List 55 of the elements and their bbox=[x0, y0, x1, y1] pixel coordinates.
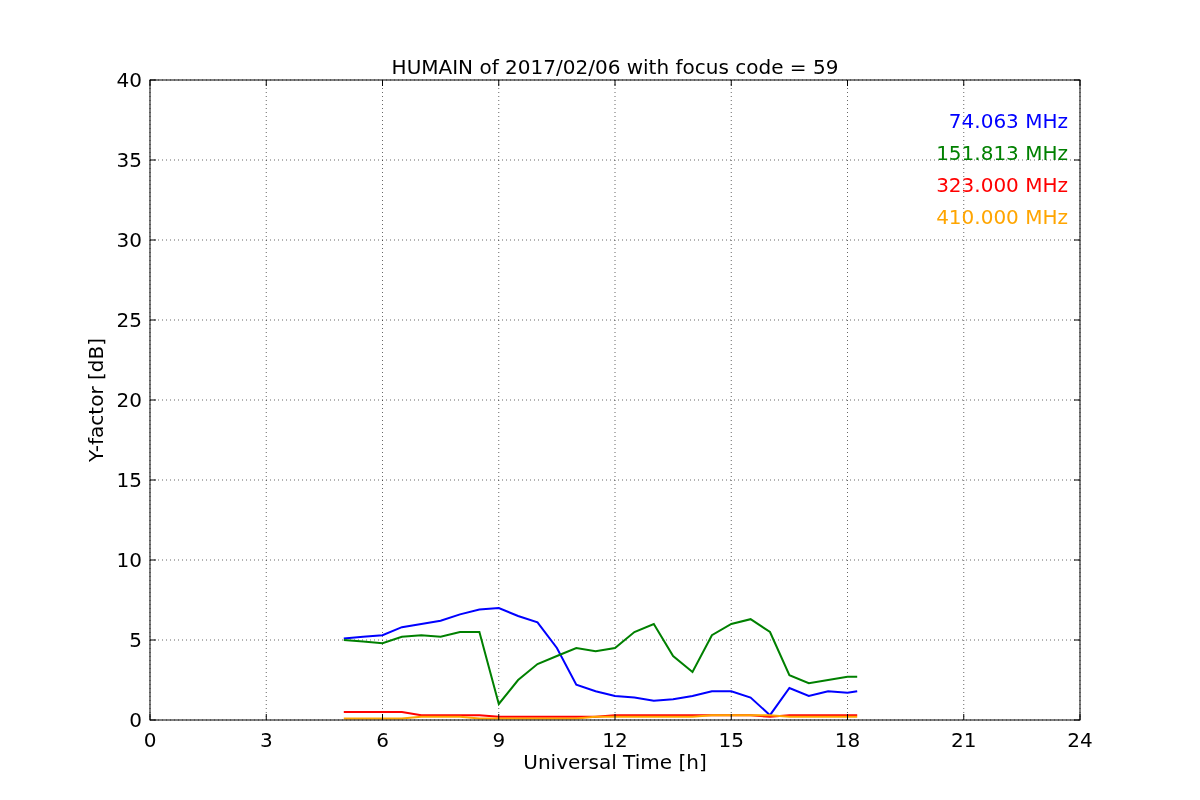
legend-label: 323.000 MHz bbox=[936, 173, 1068, 197]
y-tick bbox=[149, 719, 157, 721]
x-tick-label: 15 bbox=[718, 728, 744, 752]
y-tick-label: 15 bbox=[116, 468, 142, 492]
y-tick-label: 40 bbox=[116, 68, 142, 92]
x-tick bbox=[149, 713, 151, 721]
x-tick-label: 0 bbox=[143, 728, 157, 752]
y-tick-label: 10 bbox=[116, 548, 142, 572]
legend-label: 410.000 MHz bbox=[936, 205, 1068, 229]
x-tick bbox=[1079, 713, 1081, 721]
y-tick bbox=[149, 559, 157, 561]
y-axis-label: Y-factor [dB] bbox=[84, 338, 108, 462]
y-tick-label: 30 bbox=[116, 228, 142, 252]
x-axis-label: Universal Time [h] bbox=[523, 750, 707, 774]
y-tick bbox=[149, 79, 157, 81]
x-tick bbox=[382, 713, 383, 721]
y-tick-label: 35 bbox=[116, 148, 142, 172]
y-tick bbox=[1073, 79, 1081, 81]
y-tick-label: 25 bbox=[116, 308, 142, 332]
y-tick bbox=[149, 399, 157, 401]
x-tick bbox=[614, 79, 616, 87]
x-tick bbox=[265, 79, 267, 87]
x-tick-label: 24 bbox=[1067, 728, 1093, 752]
x-tick-label: 12 bbox=[602, 728, 628, 752]
y-tick bbox=[1073, 719, 1081, 721]
x-tick-label: 18 bbox=[834, 728, 861, 752]
legend-label: 74.063 MHz bbox=[948, 109, 1068, 133]
x-tick bbox=[963, 79, 965, 87]
y-tick bbox=[149, 639, 157, 641]
y-tick bbox=[1073, 399, 1081, 401]
y-tick bbox=[1073, 559, 1081, 561]
legend-label: 151.813 MHz bbox=[936, 141, 1068, 165]
y-tick bbox=[1073, 159, 1081, 161]
y-tick bbox=[1073, 239, 1081, 241]
x-tick-label: 6 bbox=[376, 728, 389, 752]
y-tick bbox=[149, 159, 157, 161]
x-tick bbox=[847, 79, 848, 87]
x-tick bbox=[382, 79, 383, 87]
x-tick bbox=[730, 79, 732, 87]
chart-title: HUMAIN of 2017/02/06 with focus code = 59 bbox=[391, 55, 839, 79]
x-tick bbox=[498, 79, 500, 87]
y-tick bbox=[149, 239, 157, 241]
y-tick bbox=[149, 479, 157, 481]
x-tick bbox=[149, 79, 151, 87]
x-tick bbox=[1079, 79, 1081, 87]
x-tick-label: 3 bbox=[259, 728, 273, 752]
y-tick bbox=[149, 319, 157, 321]
y-tick bbox=[1073, 319, 1081, 321]
x-tick-label: 9 bbox=[492, 728, 506, 752]
y-tick-label: 20 bbox=[116, 388, 142, 412]
y-tick bbox=[1073, 479, 1081, 481]
y-tick bbox=[1073, 639, 1081, 641]
y-tick-label: 0 bbox=[129, 708, 142, 732]
y-tick-label: 5 bbox=[129, 628, 142, 652]
x-tick-label: 21 bbox=[951, 728, 977, 752]
